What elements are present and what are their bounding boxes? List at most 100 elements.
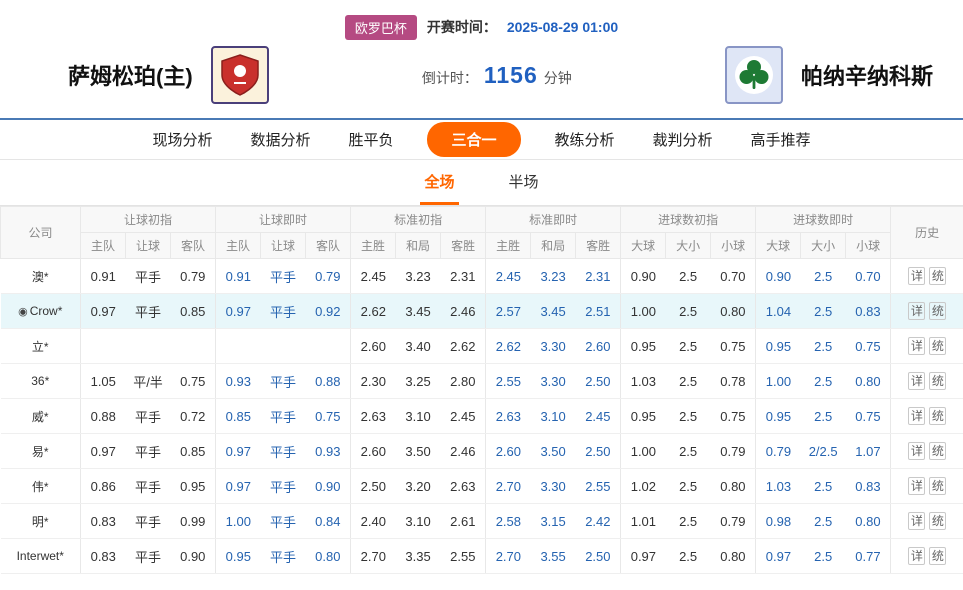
odds-cell: 0.79 <box>711 504 756 539</box>
nav-tab-3[interactable]: 胜平负 <box>344 123 397 156</box>
stats-button[interactable]: 统 <box>929 407 946 425</box>
detail-button[interactable]: 详 <box>908 372 925 390</box>
odds-cell: 2.55 <box>441 539 486 574</box>
odds-cell: 0.85 <box>171 434 216 469</box>
odds-cell: 平手 <box>261 434 306 469</box>
odds-cell: 0.79 <box>171 259 216 294</box>
subcol-total: 大小 <box>666 233 711 259</box>
odds-cell: 2.61 <box>441 504 486 539</box>
odds-cell: 平手 <box>126 539 171 574</box>
actions-cell: 详统 <box>891 539 963 574</box>
odds-cell: 2.5 <box>801 399 846 434</box>
company-cell[interactable]: 伟* <box>1 469 81 504</box>
odds-cell: 1.00 <box>756 364 801 399</box>
subcol-home: 主队 <box>216 233 261 259</box>
stats-button[interactable]: 统 <box>929 302 946 320</box>
detail-button[interactable]: 详 <box>908 337 925 355</box>
odds-row: 伟*0.86平手0.950.97平手0.902.503.202.632.703.… <box>1 469 963 504</box>
company-cell[interactable]: 明* <box>1 504 81 539</box>
nav-tab-1[interactable]: 现场分析 <box>148 123 216 156</box>
odds-row: 易*0.97平手0.850.97平手0.932.603.502.462.603.… <box>1 434 963 469</box>
odds-cell: 2.50 <box>576 434 621 469</box>
odds-cell: 2.5 <box>666 469 711 504</box>
company-cell[interactable]: 澳* <box>1 259 81 294</box>
company-cell[interactable]: Interwet* <box>1 539 81 574</box>
clover-icon <box>733 54 775 96</box>
odds-cell: 0.77 <box>846 539 891 574</box>
company-cell[interactable]: 36* <box>1 364 81 399</box>
nav-tab-5[interactable]: 教练分析 <box>551 123 619 156</box>
detail-button[interactable]: 详 <box>908 547 925 565</box>
subcol-draw: 和局 <box>531 233 576 259</box>
actions-cell: 详统 <box>891 469 963 504</box>
detail-button[interactable]: 详 <box>908 442 925 460</box>
subcol-homewin: 主胜 <box>351 233 396 259</box>
stats-button[interactable]: 统 <box>929 547 946 565</box>
subcol-away: 客队 <box>306 233 351 259</box>
nav-tab-7[interactable]: 高手推荐 <box>747 123 815 156</box>
away-team-logo <box>725 46 783 104</box>
main-nav: 现场分析数据分析胜平负三合一教练分析裁判分析高手推荐 <box>0 118 963 160</box>
odds-cell: 1.00 <box>621 294 666 329</box>
countdown: 倒计时： 1156 分钟 <box>422 62 572 89</box>
detail-button[interactable]: 详 <box>908 477 925 495</box>
stats-button[interactable]: 统 <box>929 372 946 390</box>
odds-cell: 0.79 <box>306 259 351 294</box>
odds-cell: 平/半 <box>126 364 171 399</box>
odds-cell: 平手 <box>261 469 306 504</box>
period-tab-2[interactable]: 半场 <box>505 171 543 205</box>
odds-cell: 2.70 <box>486 539 531 574</box>
subcol-awaywin: 客胜 <box>576 233 621 259</box>
subcol-over: 大球 <box>621 233 666 259</box>
odds-row: 威*0.88平手0.720.85平手0.752.633.102.452.633.… <box>1 399 963 434</box>
odds-cell: 2.31 <box>441 259 486 294</box>
actions-cell: 详统 <box>891 434 963 469</box>
period-tab-1[interactable]: 全场 <box>420 171 458 205</box>
odds-cell: 0.85 <box>171 294 216 329</box>
odds-cell: 2.46 <box>441 294 486 329</box>
col-handicap-initial: 让球初指 <box>81 207 216 233</box>
odds-cell: 2/2.5 <box>801 434 846 469</box>
stats-button[interactable]: 统 <box>929 337 946 355</box>
odds-cell: 0.78 <box>711 364 756 399</box>
stats-button[interactable]: 统 <box>929 477 946 495</box>
company-cell[interactable]: 易* <box>1 434 81 469</box>
odds-cell: 2.62 <box>441 329 486 364</box>
odds-cell: 3.23 <box>531 259 576 294</box>
odds-row: ◉Crow*0.97平手0.850.97平手0.922.623.452.462.… <box>1 294 963 329</box>
odds-cell: 2.5 <box>666 399 711 434</box>
kickoff-row: 欧罗巴杯 开赛时间： 2025-08-29 01:00 <box>0 0 963 38</box>
league-badge[interactable]: 欧罗巴杯 <box>345 15 417 40</box>
detail-button[interactable]: 详 <box>908 302 925 320</box>
stats-button[interactable]: 统 <box>929 512 946 530</box>
subcol-under: 小球 <box>711 233 756 259</box>
odds-cell: 2.40 <box>351 504 396 539</box>
detail-button[interactable]: 详 <box>908 407 925 425</box>
odds-cell: 3.45 <box>396 294 441 329</box>
company-cell[interactable]: 立* <box>1 329 81 364</box>
match-header: 欧罗巴杯 开赛时间： 2025-08-29 01:00 萨姆松珀(主) 倒计时：… <box>0 0 963 118</box>
nav-tab-2[interactable]: 数据分析 <box>246 123 314 156</box>
home-team-name: 萨姆松珀(主) <box>68 59 193 91</box>
odds-cell: 1.04 <box>756 294 801 329</box>
odds-cell: 0.95 <box>756 399 801 434</box>
detail-button[interactable]: 详 <box>908 512 925 530</box>
odds-cell: 3.15 <box>531 504 576 539</box>
subcol-line: 让球 <box>126 233 171 259</box>
detail-button[interactable]: 详 <box>908 267 925 285</box>
odds-cell: 0.97 <box>81 434 126 469</box>
stats-button[interactable]: 统 <box>929 267 946 285</box>
odds-cell: 0.75 <box>711 329 756 364</box>
odds-cell: 3.30 <box>531 469 576 504</box>
odds-cell: 0.75 <box>846 399 891 434</box>
odds-row: Interwet*0.83平手0.900.95平手0.802.703.352.5… <box>1 539 963 574</box>
company-cell[interactable]: ◉Crow* <box>1 294 81 329</box>
odds-cell: 2.30 <box>351 364 396 399</box>
nav-tab-4[interactable]: 三合一 <box>427 122 520 157</box>
odds-cell: 2.63 <box>351 399 396 434</box>
company-cell[interactable]: 威* <box>1 399 81 434</box>
nav-tab-6[interactable]: 裁判分析 <box>649 123 717 156</box>
stats-button[interactable]: 统 <box>929 442 946 460</box>
odds-cell: 0.93 <box>216 364 261 399</box>
home-team: 萨姆松珀(主) <box>68 46 269 104</box>
